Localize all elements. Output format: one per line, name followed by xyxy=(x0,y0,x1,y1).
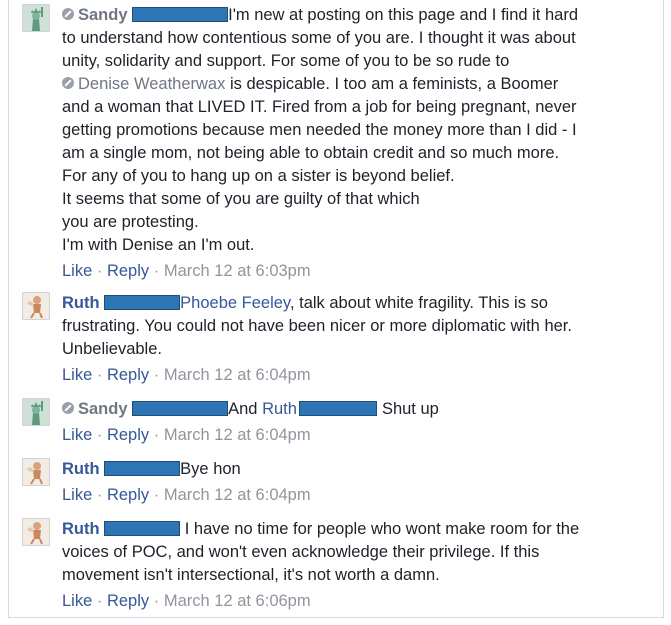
reply-link[interactable]: Reply xyxy=(107,592,149,610)
comment-text: Unbelievable. xyxy=(62,340,162,358)
redaction-box xyxy=(298,400,377,416)
timestamp[interactable]: March 12 at 6:04pm xyxy=(164,366,311,384)
comment-body: Sandy And Ruth Shut up Like · Reply · Mar… xyxy=(62,398,656,447)
comment-body: Ruth I have no time for people who wont … xyxy=(62,518,656,613)
redaction-box xyxy=(132,6,229,22)
timestamp[interactable]: March 12 at 6:04pm xyxy=(164,486,311,504)
comment-text: And xyxy=(228,400,263,418)
separator: · xyxy=(153,366,160,384)
comment-text: and a woman that LIVED IT. Fired from a … xyxy=(62,98,577,116)
like-link[interactable]: Like xyxy=(62,426,92,444)
timestamp[interactable]: March 12 at 6:03pm xyxy=(164,262,311,280)
separator: · xyxy=(96,262,103,280)
comment-text: Shut up xyxy=(381,400,439,418)
comment-text: you are protesting. xyxy=(62,213,199,231)
redaction-box xyxy=(132,400,229,416)
separator: · xyxy=(96,426,103,444)
comment-body: Ruth Phoebe Feeley, talk about white fra… xyxy=(62,292,656,387)
comment-text: to understand how contentious some of yo… xyxy=(62,29,576,47)
verified-badge-icon xyxy=(62,402,74,415)
separator: · xyxy=(153,486,160,504)
statue-of-liberty-avatar[interactable] xyxy=(22,4,50,32)
comment-actions: Like · Reply · March 12 at 6:04pm xyxy=(62,424,656,447)
statue-of-liberty-avatar[interactable] xyxy=(22,398,50,426)
comment-text: It seems that some of you are guilty of … xyxy=(62,190,420,208)
comment-actions: Like · Reply · March 12 at 6:03pm xyxy=(62,260,656,283)
comment-actions: Like · Reply · March 12 at 6:04pm xyxy=(62,484,656,507)
author-name[interactable]: Ruth xyxy=(62,294,100,312)
comment-text: unity, solidarity and support. For some … xyxy=(62,52,510,70)
author-name[interactable]: Sandy xyxy=(78,6,128,24)
mention-link[interactable]: Ruth xyxy=(262,400,297,418)
reply-link[interactable]: Reply xyxy=(107,366,149,384)
comment-text: Bye hon xyxy=(180,460,241,478)
cherub-avatar[interactable] xyxy=(22,292,50,320)
author-name[interactable]: Ruth xyxy=(62,460,100,478)
mention-link[interactable]: Denise Weatherwax xyxy=(78,75,225,93)
verified-badge-icon xyxy=(62,8,74,21)
like-link[interactable]: Like xyxy=(62,486,92,504)
comment-actions: Like · Reply · March 12 at 6:04pm xyxy=(62,364,656,387)
like-link[interactable]: Like xyxy=(62,366,92,384)
like-link[interactable]: Like xyxy=(62,262,92,280)
mention-link[interactable]: Phoebe Feeley xyxy=(180,294,290,312)
verified-badge-icon xyxy=(62,77,74,90)
comment-text: , talk about white fragility. This is so xyxy=(289,294,548,312)
comment-body: Ruth Bye hon Like · Reply · March 12 at … xyxy=(62,458,656,507)
author-name[interactable]: Sandy xyxy=(78,400,128,418)
reply-link[interactable]: Reply xyxy=(107,486,149,504)
comment-text: is despicable. I too am a feminists, a B… xyxy=(225,75,559,93)
redaction-box xyxy=(104,520,181,536)
separator: · xyxy=(96,366,103,384)
comment-text: For any of you to hang up on a sister is… xyxy=(62,167,455,185)
separator: · xyxy=(96,486,103,504)
reply-link[interactable]: Reply xyxy=(107,426,149,444)
comment-text: am a single mom, not being able to obtai… xyxy=(62,144,560,162)
redaction-box xyxy=(104,294,181,310)
comment-text: voices of POC, and won't even acknowledg… xyxy=(62,543,540,561)
comment-text: getting promotions because men needed th… xyxy=(62,121,577,139)
timestamp[interactable]: March 12 at 6:04pm xyxy=(164,426,311,444)
comment-text: I have no time for people who wont make … xyxy=(180,520,580,538)
separator: · xyxy=(153,592,160,610)
comment-text: I'm new at posting on this page and I fi… xyxy=(228,6,578,24)
comment-text: frustrating. You could not have been nic… xyxy=(62,317,572,335)
author-name[interactable]: Ruth xyxy=(62,520,100,538)
separator: · xyxy=(96,592,103,610)
comment-actions: Like · Reply · March 12 at 6:06pm xyxy=(62,590,656,613)
like-link[interactable]: Like xyxy=(62,592,92,610)
separator: · xyxy=(153,262,160,280)
cherub-avatar[interactable] xyxy=(22,518,50,546)
reply-link[interactable]: Reply xyxy=(107,262,149,280)
timestamp[interactable]: March 12 at 6:06pm xyxy=(164,592,311,610)
comment-body: Sandy I'm new at posting on this page an… xyxy=(62,4,656,283)
comment-text: I'm with Denise an I'm out. xyxy=(62,236,255,254)
cherub-avatar[interactable] xyxy=(22,458,50,486)
separator: · xyxy=(153,426,160,444)
redaction-box xyxy=(104,460,181,476)
comment-text: movement isn't intersectional, it's not … xyxy=(62,566,440,584)
